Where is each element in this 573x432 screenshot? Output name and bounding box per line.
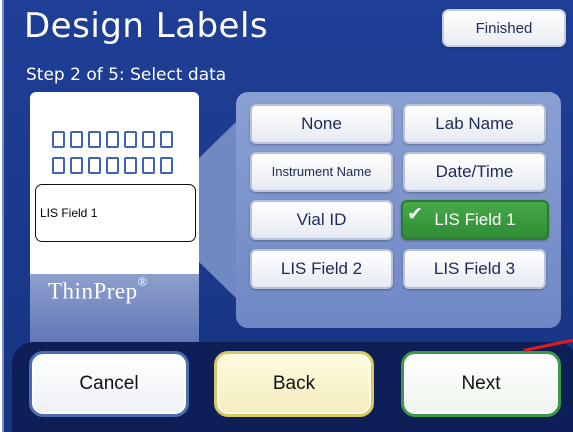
option-lis-field-3[interactable]: LIS Field 3 [403,249,546,289]
next-button[interactable]: Next [401,351,561,417]
design-labels-screen: Design Labels Finished Step 2 of 5: Sele… [2,0,573,432]
option-instrument-name[interactable]: Instrument Name [250,152,393,192]
checkmark-icon: ✔ [407,203,423,225]
barcode-cell [88,157,101,174]
barcode-cell [142,131,155,148]
barcode-cell [124,157,137,174]
barcode-cell [160,157,173,174]
barcode-cell [142,157,155,174]
finished-button[interactable]: Finished [442,9,566,47]
cancel-button[interactable]: Cancel [29,351,189,417]
option-date-time[interactable]: Date/Time [403,152,546,192]
barcode-cell [52,157,65,174]
back-button[interactable]: Back [214,351,374,417]
barcode-cell [106,157,119,174]
thinprep-logo: ThinPrep® [48,274,148,305]
barcode-cell [124,131,137,148]
step-indicator: Step 2 of 5: Select data [26,65,227,85]
label-field-box: LIS Field 1 [35,184,196,242]
page-title: Design Labels [24,6,269,46]
registered-mark: ® [137,274,148,289]
option-vial-id[interactable]: Vial ID [250,200,393,240]
barcode-cell [106,131,119,148]
barcode-cell [52,131,65,148]
option-lab-name[interactable]: Lab Name [403,104,546,144]
barcode-cell [70,157,83,174]
option-lis-field-2[interactable]: LIS Field 2 [250,249,393,289]
barcode-cell [88,131,101,148]
label-preview: LIS Field 1 ThinPrep® [30,92,199,354]
option-lis-field-1[interactable]: ✔ LIS Field 1 [401,200,549,240]
barcode-cell [70,131,83,148]
brand-name: ThinPrep [48,278,138,304]
option-lis-field-1-label: LIS Field 1 [434,210,516,229]
option-none[interactable]: None [250,104,393,144]
barcode-cell [160,131,173,148]
barcode-placeholder [52,131,182,174]
